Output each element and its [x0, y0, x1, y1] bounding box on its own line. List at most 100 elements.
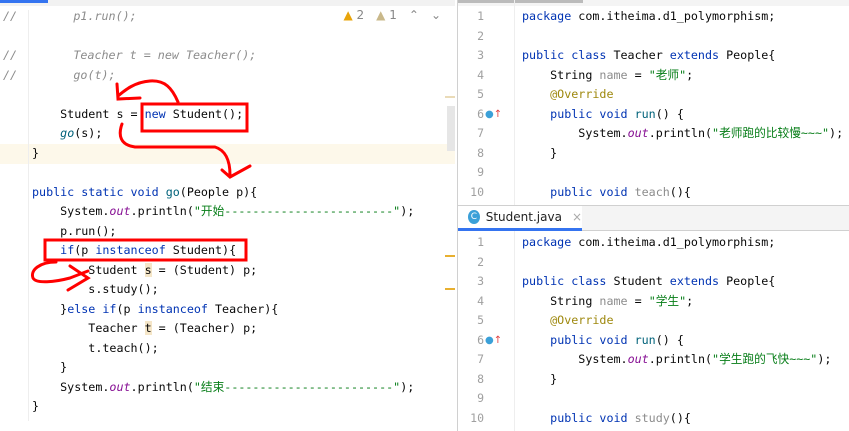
code-line[interactable]: p.run();: [0, 222, 455, 242]
close-tab-icon[interactable]: ×: [572, 210, 582, 224]
code-line[interactable]: 5 @Override: [458, 85, 849, 105]
code-line[interactable]: }: [0, 397, 455, 417]
warning-count[interactable]: ▲ 2: [343, 8, 364, 22]
code-token: package: [522, 235, 579, 249]
code-token: }: [32, 145, 40, 160]
student-tab-bar: C Student.java ×: [458, 205, 849, 231]
code-line[interactable]: go(s);: [0, 124, 455, 144]
weak-warning-icon: ▲: [376, 8, 386, 22]
line-number: 6: [477, 332, 484, 347]
code-line[interactable]: s.study();: [0, 280, 455, 300]
code-line[interactable]: 10 public void study(){: [458, 409, 849, 429]
code-line[interactable]: [0, 27, 455, 47]
code-text: // go(t);: [3, 66, 116, 86]
main-editor[interactable]: // p1.run(); // Teacher t = new Teacher()…: [0, 0, 455, 431]
code-line[interactable]: Student s = (Student) p;: [0, 261, 455, 281]
code-token: People{: [726, 274, 776, 288]
code-line[interactable]: 8 }: [458, 144, 849, 164]
code-line[interactable]: [0, 163, 455, 183]
code-line[interactable]: 9: [458, 389, 849, 409]
code-line[interactable]: 1 package com.itheima.d1_polymorphism;: [458, 7, 849, 27]
code-line[interactable]: 2: [458, 27, 849, 47]
code-token: out: [627, 126, 649, 140]
code-text: Student s = (Student) p;: [32, 261, 257, 281]
code-text: String name = "老师";: [522, 66, 693, 86]
code-token: }: [522, 371, 558, 386]
code-line[interactable]: public static void go(People p){: [0, 183, 455, 203]
code-text: System.out.println("结束------------------…: [32, 378, 414, 398]
code-line[interactable]: System.out.println("结束------------------…: [0, 378, 455, 398]
code-token: "老师跑的比较慢~~~": [712, 126, 830, 140]
code-line[interactable]: 10 public void teach(){: [458, 183, 849, 203]
code-line[interactable]: 7 System.out.println("学生跑的飞快~~~");: [458, 350, 849, 370]
code-text: System.out.println("老师跑的比较慢~~~");: [522, 124, 843, 144]
code-token: = (Student) p;: [151, 262, 258, 277]
code-token: out: [109, 379, 131, 394]
code-text: public static void go(People p){: [32, 183, 257, 203]
code-line[interactable]: t.teach();: [0, 339, 455, 359]
code-line[interactable]: 2: [458, 253, 849, 273]
line-number: 4: [477, 293, 484, 308]
code-token: // Teacher t = new Teacher();: [3, 48, 257, 62]
override-gutter-icon[interactable]: ●↑: [485, 331, 502, 351]
code-token: Student: [32, 262, 145, 277]
inspection-widget[interactable]: ▲ 2 ▲ 1 ⌃ ⌄: [343, 8, 441, 22]
code-line[interactable]: }: [0, 144, 455, 164]
code-line[interactable]: 4 String name = "学生";: [458, 292, 849, 312]
line-number: 1: [477, 9, 484, 23]
code-line[interactable]: [0, 85, 455, 105]
previous-highlight-icon[interactable]: ⌃: [409, 8, 419, 22]
code-token: instanceof: [137, 301, 208, 316]
code-text: // p1.run();: [3, 7, 137, 27]
code-line[interactable]: 5 @Override: [458, 311, 849, 331]
code-token: extends: [669, 274, 727, 288]
code-line[interactable]: // go(t);: [0, 66, 455, 86]
code-token: .println(: [648, 126, 713, 140]
code-line[interactable]: System.out.println("开始------------------…: [0, 202, 455, 222]
code-text: Teacher t = (Teacher) p;: [32, 319, 257, 339]
warning-marker[interactable]: [445, 255, 455, 257]
override-gutter-icon[interactable]: ●↑: [485, 105, 502, 125]
code-text: public void study(){: [522, 409, 691, 429]
tab-student-java[interactable]: C Student.java ×: [458, 206, 582, 231]
next-highlight-icon[interactable]: ⌄: [431, 8, 441, 22]
code-line[interactable]: 8 }: [458, 370, 849, 390]
code-token: public class: [522, 48, 614, 62]
code-token: (p: [116, 301, 138, 316]
code-line[interactable]: }else if(p instanceof Teacher){: [0, 300, 455, 320]
code-line[interactable]: 7 System.out.println("老师跑的比较慢~~~");: [458, 124, 849, 144]
code-token: }: [32, 360, 68, 374]
code-line[interactable]: 3 public class Teacher extends People{: [458, 46, 849, 66]
code-token: );: [400, 204, 415, 218]
weak-warning-count[interactable]: ▲ 1: [376, 8, 397, 22]
code-token: );: [400, 379, 415, 394]
code-line[interactable]: 1 package com.itheima.d1_polymorphism;: [458, 233, 849, 253]
code-text: t.teach();: [32, 339, 159, 359]
vertical-scrollbar[interactable]: [447, 106, 455, 151]
warning-marker[interactable]: [445, 288, 455, 290]
code-token: @Override: [522, 313, 614, 327]
code-token: "学生": [648, 293, 687, 308]
code-token: out: [627, 352, 649, 366]
code-token: = (Teacher) p;: [151, 321, 258, 335]
code-line[interactable]: 9: [458, 163, 849, 183]
code-line[interactable]: 3 public class Student extends People{: [458, 272, 849, 292]
code-line[interactable]: 6 public void run() {●↑: [458, 331, 849, 351]
code-text: s.study();: [32, 280, 159, 300]
code-line[interactable]: // Teacher t = new Teacher();: [0, 46, 455, 66]
code-line[interactable]: 4 String name = "老师";: [458, 66, 849, 86]
line-number: 7: [477, 352, 484, 366]
code-line[interactable]: }: [0, 358, 455, 378]
code-token: com.itheima.d1_polymorphism;: [578, 9, 776, 23]
line-number: 4: [477, 67, 484, 82]
code-line[interactable]: Student s = new Student();: [0, 105, 455, 125]
code-token: t.teach();: [32, 340, 159, 355]
code-token: );: [817, 352, 832, 366]
code-line[interactable]: if(p instanceof Student){: [0, 241, 455, 261]
code-token: s.study();: [32, 282, 159, 296]
code-token: "学生跑的飞快~~~": [712, 352, 818, 366]
code-line[interactable]: 6 public void run() {●↑: [458, 105, 849, 125]
code-line[interactable]: Teacher t = (Teacher) p;: [0, 319, 455, 339]
